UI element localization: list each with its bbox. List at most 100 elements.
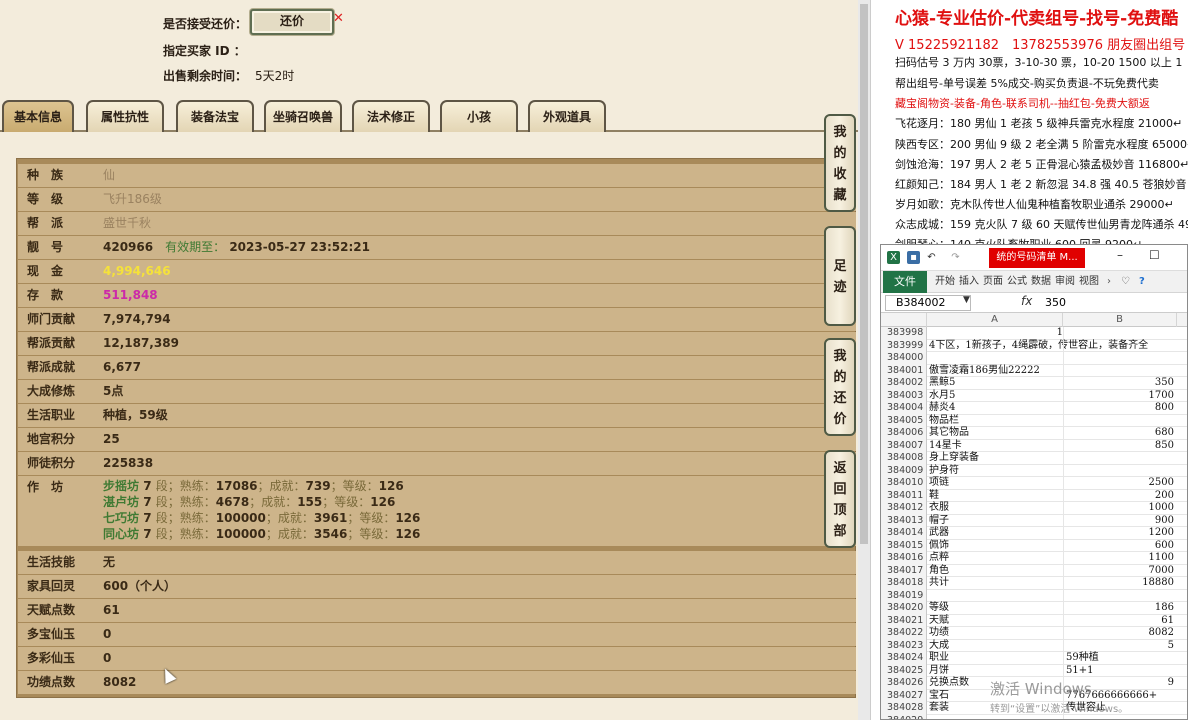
row-number[interactable]: 384022 [881, 627, 927, 640]
cell-a[interactable]: 帽子 [929, 515, 1063, 528]
column-header-b[interactable]: B [1063, 313, 1177, 327]
row-number[interactable]: 383999 [881, 339, 927, 352]
sheet-row[interactable]: 384001 傲雪凌霜186男仙22222 [881, 364, 1187, 377]
ribbon-tab-file[interactable]: 文件 [883, 271, 927, 293]
ribbon-tab-data[interactable]: 数据 [1031, 271, 1051, 293]
row-number[interactable]: 384016 [881, 552, 927, 565]
row-number[interactable]: 384011 [881, 489, 927, 502]
row-number[interactable]: 384020 [881, 602, 927, 615]
cell-a[interactable]: 等级 [929, 602, 1063, 615]
row-number[interactable]: 384018 [881, 577, 927, 590]
cell-b[interactable]: 5 [1066, 640, 1174, 653]
row-number[interactable]: 384028 [881, 702, 927, 715]
cell-b[interactable]: 59种植 [1066, 652, 1174, 665]
cell-a[interactable]: 项链 [929, 477, 1063, 490]
tab-child[interactable]: 小孩 [440, 100, 518, 132]
cell-a[interactable]: 14星卡 [929, 440, 1063, 453]
heart-icon[interactable]: ♡ [1121, 271, 1130, 293]
sheet-row[interactable]: 384023 大成 5 [881, 639, 1187, 653]
ribbon-tab-formula[interactable]: 公式 [1007, 271, 1027, 293]
row-number[interactable]: 384017 [881, 564, 927, 577]
tab-attributes[interactable]: 属性抗性 [86, 100, 164, 132]
cell-b[interactable]: 51+1 [1066, 665, 1174, 678]
cell-b[interactable]: 900 [1066, 515, 1174, 528]
my-counter-offer-button[interactable]: 我的还价 [824, 338, 856, 436]
sheet-row[interactable]: 384022 功绩 8082 [881, 627, 1187, 640]
cell-b[interactable]: 200 [1066, 490, 1174, 503]
sheet-row[interactable]: 384017 角色 7000 [881, 564, 1187, 578]
row-number[interactable]: 384007 [881, 439, 927, 452]
sheet-row[interactable]: 384014 武器 1200 [881, 527, 1187, 540]
row-number[interactable]: 384003 [881, 389, 927, 402]
cell-b[interactable]: 61 [1066, 615, 1174, 628]
cell-a[interactable]: 赫炎4 [929, 402, 1063, 415]
sheet-row[interactable]: 384024 职业 59种植 [881, 652, 1187, 665]
row-number[interactable]: 384027 [881, 689, 927, 702]
row-number[interactable]: 383998 [881, 327, 927, 340]
redo-icon[interactable]: ↷ [949, 251, 962, 264]
sheet-row[interactable]: 384025 月饼 51+1 [881, 664, 1187, 678]
cell-a[interactable]: 天赋 [929, 615, 1063, 628]
sheet-row[interactable]: 384002 黑鲸5 350 [881, 377, 1187, 390]
cell-a[interactable]: 点粹 [929, 552, 1063, 565]
row-number[interactable]: 384000 [881, 352, 927, 365]
tab-spells[interactable]: 法术修正 [352, 100, 430, 132]
row-number[interactable]: 384024 [881, 652, 927, 665]
cell-b[interactable]: 600 [1066, 540, 1174, 553]
cell-a[interactable]: 鞋 [929, 490, 1063, 503]
cell-b[interactable]: 2500 [1066, 477, 1174, 490]
cell-a[interactable]: 护身符 [929, 465, 1063, 478]
sheet-row[interactable]: 384015 佩饰 600 [881, 539, 1187, 553]
maximize-icon[interactable]: ☐ [1149, 248, 1160, 262]
row-number[interactable]: 384014 [881, 527, 927, 540]
formula-input[interactable]: 350 [1045, 296, 1066, 309]
row-number[interactable]: 384006 [881, 427, 927, 440]
ribbon-tab-insert[interactable]: 插入 [959, 271, 979, 293]
cell-b[interactable]: 8082 [1066, 627, 1174, 640]
save-icon[interactable]: ▪ [907, 251, 920, 264]
row-number[interactable]: 384015 [881, 539, 927, 552]
select-all-corner[interactable] [881, 313, 927, 327]
ribbon-tab-page[interactable]: 页面 [983, 271, 1003, 293]
row-number[interactable]: 384023 [881, 639, 927, 652]
cell-a[interactable]: 佩饰 [929, 540, 1063, 553]
sheet-row[interactable]: 384003 水月5 1700 [881, 389, 1187, 402]
cell-a[interactable]: 功绩 [929, 627, 1063, 640]
undo-icon[interactable]: ↶ [925, 251, 938, 264]
cell-a[interactable]: 其它物品 [929, 427, 1063, 440]
cell-a[interactable]: 武器 [929, 527, 1063, 540]
cell-a[interactable]: 角色 [929, 565, 1063, 578]
row-number[interactable]: 384012 [881, 502, 927, 515]
cell-b[interactable]: 1200 [1066, 527, 1174, 540]
row-number[interactable]: 384008 [881, 452, 927, 465]
cell-b[interactable]: 1100 [1066, 552, 1174, 565]
row-number[interactable]: 384009 [881, 464, 927, 477]
page-scrollbar-thumb[interactable] [860, 4, 868, 544]
sheet-row[interactable]: 384009 护身符 [881, 464, 1187, 478]
sheet-row[interactable]: 384007 14星卡 850 [881, 439, 1187, 453]
tab-equipment[interactable]: 装备法宝 [176, 100, 254, 132]
tab-basic-info[interactable]: 基本信息 [2, 100, 74, 132]
ribbon-tab-home[interactable]: 开始 [935, 271, 955, 293]
sheet-row[interactable]: 384004 赫炎4 800 [881, 402, 1187, 415]
tab-mounts[interactable]: 坐骑召唤兽 [264, 100, 342, 132]
cell-a[interactable]: 衣服 [929, 502, 1063, 515]
row-number[interactable]: 384019 [881, 589, 927, 602]
minimize-icon[interactable]: – [1117, 248, 1123, 262]
help-icon[interactable]: ? [1139, 271, 1145, 293]
sheet-row[interactable]: 384000 [881, 352, 1187, 365]
sheet-row[interactable]: 383998 1 [881, 327, 1187, 340]
sheet-row[interactable]: 384011 鞋 200 [881, 489, 1187, 503]
cell-b[interactable]: 800 [1066, 402, 1174, 415]
sheet-row[interactable]: 384021 天赋 61 [881, 614, 1187, 628]
row-number[interactable]: 384010 [881, 477, 927, 490]
sheet-row[interactable]: 384006 其它物品 680 [881, 427, 1187, 440]
row-number[interactable]: 384005 [881, 414, 927, 427]
close-icon[interactable]: ✕ [333, 11, 344, 26]
cell-a[interactable]: 身上穿装备 [929, 452, 1063, 465]
cell-a[interactable]: 月饼 [929, 665, 1063, 678]
sheet-row[interactable]: 384018 共计 18880 [881, 577, 1187, 590]
name-box[interactable]: B384002 [885, 295, 971, 311]
sheet-row[interactable]: 384013 帽子 900 [881, 514, 1187, 528]
cell-a[interactable]: 黑鲸5 [929, 377, 1063, 390]
